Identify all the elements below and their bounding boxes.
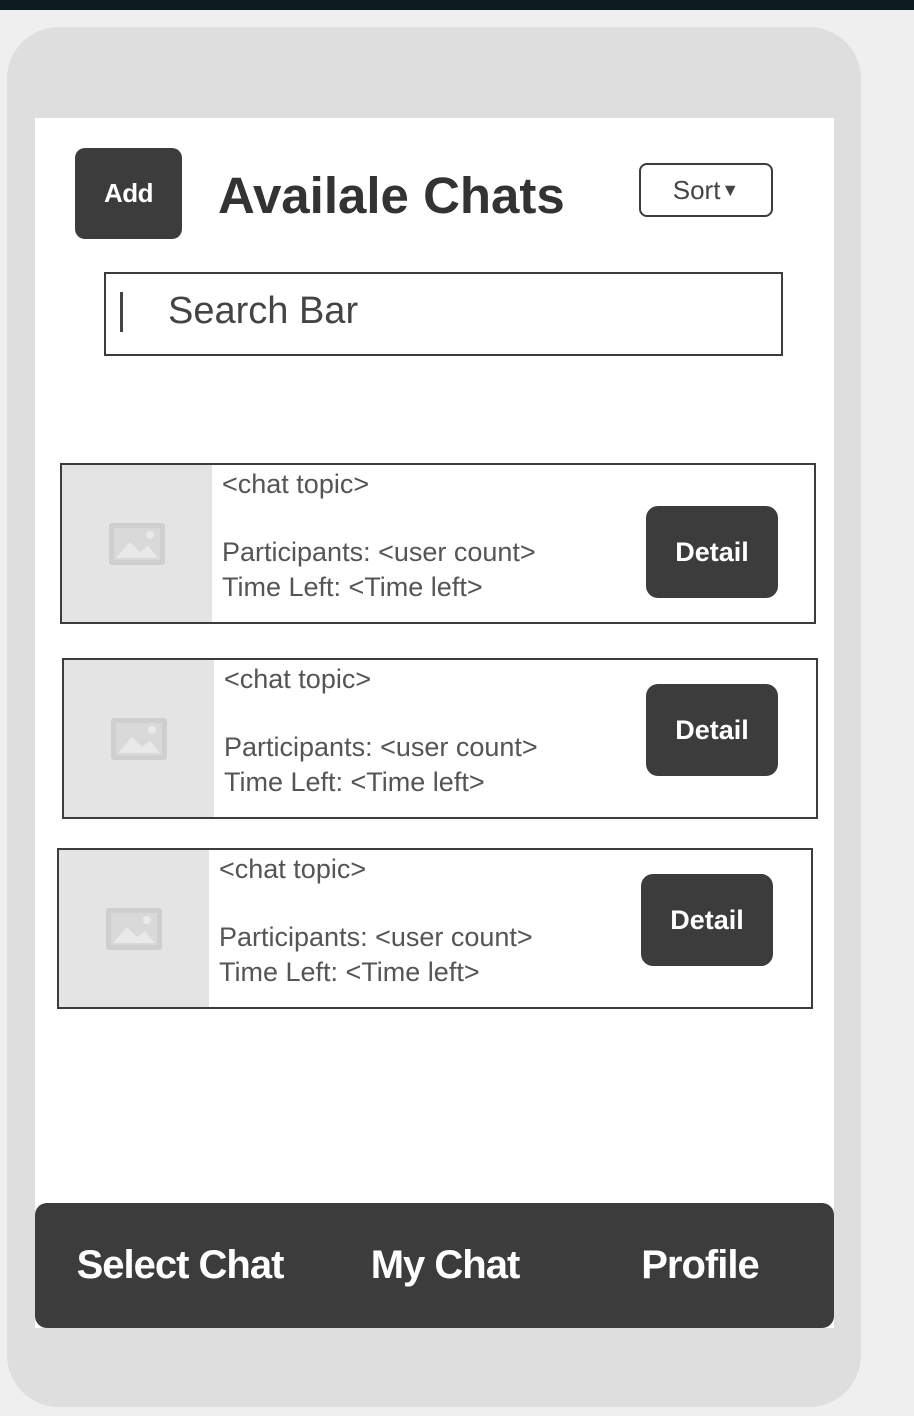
tab-select-chat[interactable]: Select Chat — [45, 1203, 315, 1328]
detail-button-label: Detail — [675, 536, 749, 567]
chat-card[interactable]: <chat topic> Participants: <user count> … — [60, 463, 816, 624]
tab-select-chat-label: Select Chat — [76, 1243, 285, 1287]
tab-my-chat-label: My Chat — [370, 1243, 521, 1287]
image-placeholder-icon — [109, 522, 165, 565]
add-button[interactable]: Add — [75, 148, 182, 239]
tab-profile[interactable]: Profile — [565, 1203, 835, 1328]
bottom-nav: Select Chat My Chat Profile — [35, 1203, 834, 1328]
sort-dropdown[interactable]: Sort ▼ — [639, 163, 773, 217]
chat-thumbnail — [64, 660, 214, 817]
detail-button[interactable]: Detail — [641, 874, 773, 966]
page-title: Availale Chats — [218, 167, 565, 224]
top-status-strip — [0, 0, 914, 10]
chat-thumbnail — [59, 850, 209, 1007]
caret-down-icon: ▼ — [721, 179, 740, 200]
image-placeholder-icon — [106, 907, 162, 950]
search-input[interactable]: Search Bar — [104, 272, 783, 356]
chat-participants: Participants: <user count> — [222, 537, 536, 567]
chat-time-left: Time Left: <Time left> — [222, 572, 483, 602]
image-placeholder-icon — [111, 717, 167, 760]
chat-card[interactable]: <chat topic> Participants: <user count> … — [57, 848, 813, 1009]
sort-label: Sort — [672, 174, 721, 205]
detail-button-label: Detail — [670, 904, 744, 935]
detail-button-label: Detail — [675, 714, 749, 745]
tab-my-chat[interactable]: My Chat — [310, 1203, 580, 1328]
detail-button[interactable]: Detail — [646, 506, 778, 598]
chat-topic: <chat topic> — [222, 469, 370, 499]
detail-button[interactable]: Detail — [646, 684, 778, 776]
chat-card[interactable]: <chat topic> Participants: <user count> … — [62, 658, 818, 819]
tab-profile-label: Profile — [641, 1243, 759, 1287]
chat-topic: <chat topic> — [219, 854, 367, 884]
chat-thumbnail — [62, 465, 212, 622]
chat-participants: Participants: <user count> — [224, 732, 538, 762]
chat-time-left: Time Left: <Time left> — [219, 957, 480, 987]
chat-participants: Participants: <user count> — [219, 922, 533, 952]
chat-topic: <chat topic> — [224, 664, 372, 694]
search-placeholder: Search Bar — [168, 290, 359, 332]
chat-time-left: Time Left: <Time left> — [224, 767, 485, 797]
add-button-label: Add — [103, 178, 154, 208]
text-cursor — [120, 292, 123, 332]
